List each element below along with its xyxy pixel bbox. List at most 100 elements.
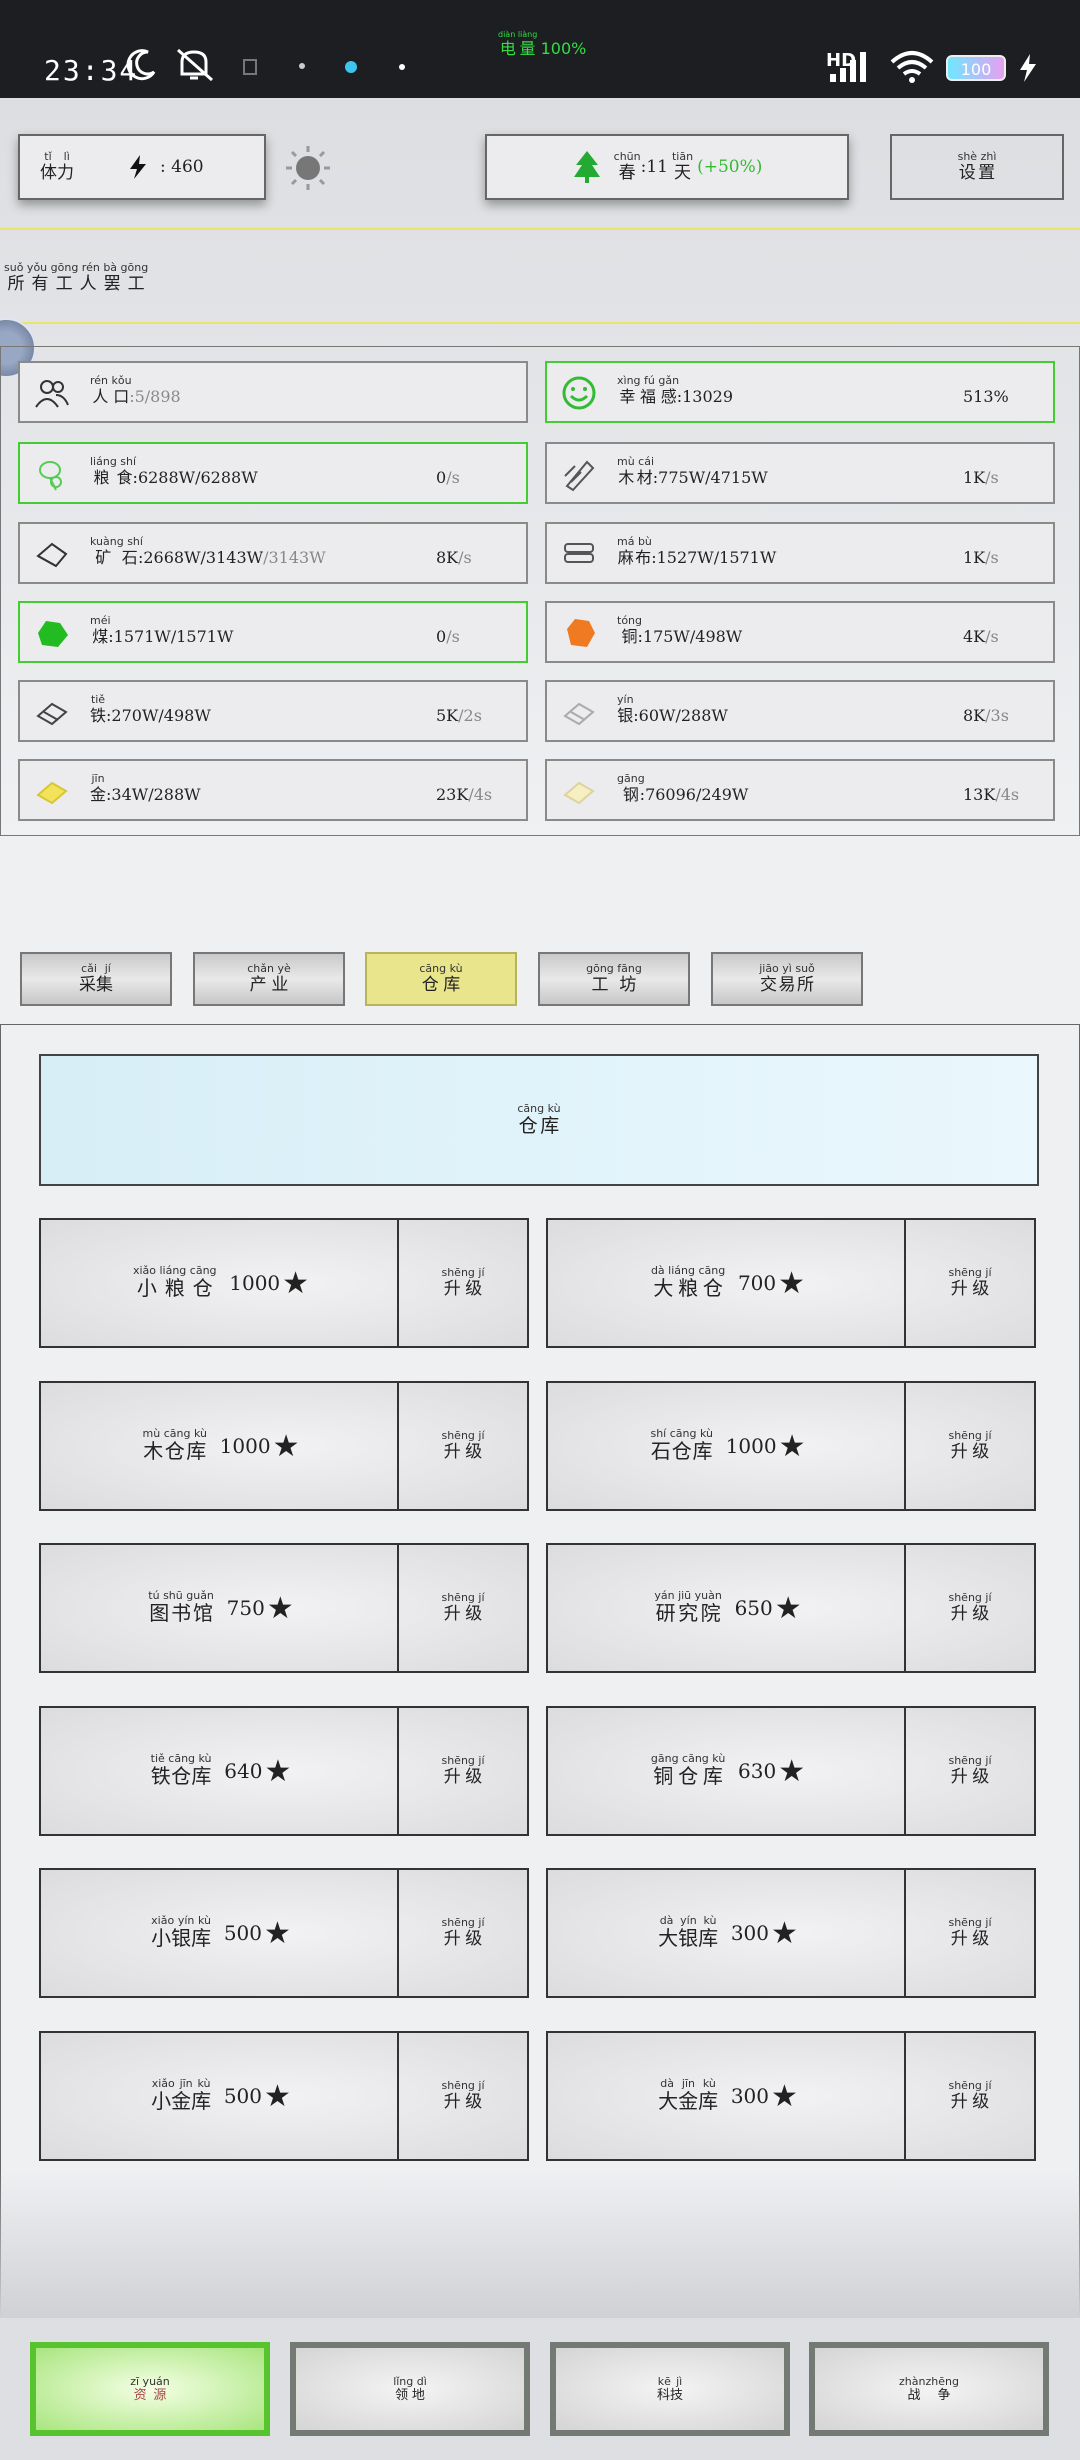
- tab-label: 产业: [247, 975, 291, 995]
- upgrade-button[interactable]: 升级shēng jí: [397, 1545, 527, 1671]
- gold-ingot-icon: [36, 781, 68, 805]
- tab-warehouse[interactable]: 仓库cāng kù: [365, 952, 517, 1006]
- building-name: 大粮仓dà liáng cāng 700 ★: [548, 1220, 908, 1346]
- linen-value: :1527W/1571W: [651, 548, 777, 567]
- upgrade-button[interactable]: 升级shēng jí: [397, 1220, 527, 1346]
- iron-rate: 5K: [436, 706, 459, 725]
- tab-ruby: jiāo yì suǒ: [759, 962, 815, 975]
- dot-icon: [299, 63, 305, 69]
- building-value: 700: [737, 1271, 777, 1295]
- upgrade-ruby: shēng jí: [441, 1591, 485, 1604]
- upgrade-button[interactable]: 升级shēng jí: [904, 1870, 1034, 1996]
- silver-ingot-icon: [563, 702, 595, 726]
- mute-icon: [177, 48, 213, 82]
- strike-notice: 所有工人罢工suǒ yǒu gōng rén bà gōng: [4, 261, 149, 294]
- notice-text: 所有工人罢工: [4, 274, 149, 294]
- upgrade-button[interactable]: 升级shēng jí: [904, 1708, 1034, 1834]
- gold-rate-unit: /4s: [468, 785, 493, 804]
- building-name-ruby: gāng cāng kù: [650, 1752, 726, 1765]
- building-value: 300: [730, 1921, 769, 1945]
- battery-label: 电量: [498, 39, 538, 58]
- resource-ore: 矿石kuàng shí:2668W/3143W/3143W 8K/s: [18, 522, 528, 584]
- grain-value: :6288W/6288W: [132, 468, 258, 487]
- building-name: 木仓库mù cāng kù 1000 ★: [41, 1383, 401, 1509]
- grain-label: 粮食: [90, 468, 137, 487]
- silver-value: :60W/288W: [633, 706, 728, 725]
- nav-ruby: zī yuán: [130, 2374, 170, 2388]
- happiness-rate: 513%: [963, 387, 1009, 406]
- building-card: 研究院yán jiū yuàn 650 ★ 升级shēng jí: [546, 1543, 1036, 1673]
- wood-label: 木材: [617, 468, 655, 487]
- iron-value: :270W/498W: [106, 706, 211, 725]
- bottom-background: [0, 2170, 1080, 2318]
- wood-icon: [564, 460, 595, 492]
- coal-ruby: méi: [90, 614, 111, 627]
- building-name: 铁仓库tiě cāng kù 640 ★: [41, 1708, 401, 1834]
- upgrade-button[interactable]: 升级shēng jí: [397, 2033, 527, 2159]
- upgrade-button[interactable]: 升级shēng jí: [904, 1383, 1034, 1509]
- building-card: 大银库dà yín kù 300 ★ 升级shēng jí: [546, 1868, 1036, 1998]
- notice-band: [0, 228, 1080, 324]
- upgrade-button[interactable]: 升级shēng jí: [397, 1708, 527, 1834]
- section-title: 仓库: [517, 1114, 561, 1137]
- building-value: 650: [734, 1596, 773, 1620]
- coal-value: :1571W/1571W: [108, 627, 234, 646]
- star-icon: ★: [778, 1265, 806, 1301]
- resource-happiness: 幸福感xìng fú gǎn:13029 513%: [545, 361, 1055, 423]
- section-title-ruby: cāng kù: [517, 1101, 561, 1115]
- star-icon: ★: [778, 1753, 806, 1789]
- upgrade-button[interactable]: 升级shēng jí: [904, 1220, 1034, 1346]
- nav-resources[interactable]: 资源zī yuán: [30, 2342, 270, 2436]
- building-name: 图书馆tú shū guǎn 750 ★: [41, 1545, 401, 1671]
- resource-gold: 金jīn:34W/288W 23K/4s: [18, 759, 528, 821]
- upgrade-ruby: shēng jí: [441, 1266, 485, 1279]
- building-value: 1000: [229, 1271, 281, 1295]
- linen-rate-unit: /s: [985, 548, 999, 567]
- building-name-text: 大银库: [658, 1926, 719, 1950]
- people-icon: [35, 380, 69, 408]
- tab-gather[interactable]: 采集cǎi jí: [20, 952, 172, 1006]
- star-icon: ★: [778, 1428, 806, 1464]
- nav-territory[interactable]: 领地lǐng dì: [290, 2342, 530, 2436]
- upgrade-ruby: shēng jí: [441, 1754, 485, 1767]
- upgrade-button[interactable]: 升级shēng jí: [397, 1870, 527, 1996]
- gold-rate: 23K: [436, 785, 469, 804]
- tab-label: 仓库: [419, 975, 463, 995]
- resource-population: 人口rén kǒu:5/898: [18, 361, 528, 423]
- copper-ruby: tóng: [617, 614, 642, 627]
- settings-button[interactable]: 设置shè zhì: [890, 134, 1064, 200]
- copper-rate-unit: /s: [985, 627, 999, 646]
- upgrade-button[interactable]: 升级shēng jí: [904, 2033, 1034, 2159]
- upgrade-button[interactable]: 升级shēng jí: [397, 1383, 527, 1509]
- wifi-icon: [890, 51, 934, 83]
- nav-technology[interactable]: 科技kē jì: [550, 2342, 790, 2436]
- smile-icon: [562, 376, 596, 410]
- building-card: 铜仓库gāng cāng kù 630 ★ 升级shēng jí: [546, 1706, 1036, 1836]
- building-name-text: 图书馆: [148, 1601, 214, 1625]
- tab-exchange[interactable]: 交易所jiāo yì suǒ: [711, 952, 863, 1006]
- tab-workshop[interactable]: 工坊gōng fāng: [538, 952, 690, 1006]
- nav-war[interactable]: 战争zhànzhēng: [809, 2342, 1049, 2436]
- tab-label: 交易所: [759, 975, 815, 995]
- stamina-display: 体力tǐ lì : 460: [18, 134, 266, 200]
- steel-rate-unit: /4s: [995, 785, 1020, 804]
- status-bar: 23:34 电量diàn liàng 100% HD 100: [0, 0, 1080, 98]
- nav-label: 资源: [130, 2387, 170, 2403]
- ore-rate-unit: /s: [458, 548, 472, 567]
- upgrade-ruby: shēng jí: [441, 1429, 485, 1442]
- season-label: 春: [613, 163, 641, 183]
- battery-value: 100%: [540, 39, 587, 58]
- population-ruby: rén kǒu: [90, 374, 132, 387]
- building-name: 研究院yán jiū yuàn 650 ★: [548, 1545, 908, 1671]
- tab-industry[interactable]: 产业chǎn yè: [193, 952, 345, 1006]
- building-name: 大金库dà jīn kù 300 ★: [548, 2033, 908, 2159]
- battery-icon: 100: [946, 55, 1006, 81]
- steel-ingot-icon: [563, 781, 595, 805]
- building-name-text: 铜仓库: [650, 1764, 726, 1788]
- building-name-ruby: tiě cāng kù: [150, 1752, 212, 1765]
- wood-rate: 1K: [963, 468, 986, 487]
- silver-label: 银: [617, 706, 634, 725]
- building-value: 1000: [219, 1434, 271, 1458]
- star-icon: ★: [272, 1428, 300, 1464]
- upgrade-button[interactable]: 升级shēng jí: [904, 1545, 1034, 1671]
